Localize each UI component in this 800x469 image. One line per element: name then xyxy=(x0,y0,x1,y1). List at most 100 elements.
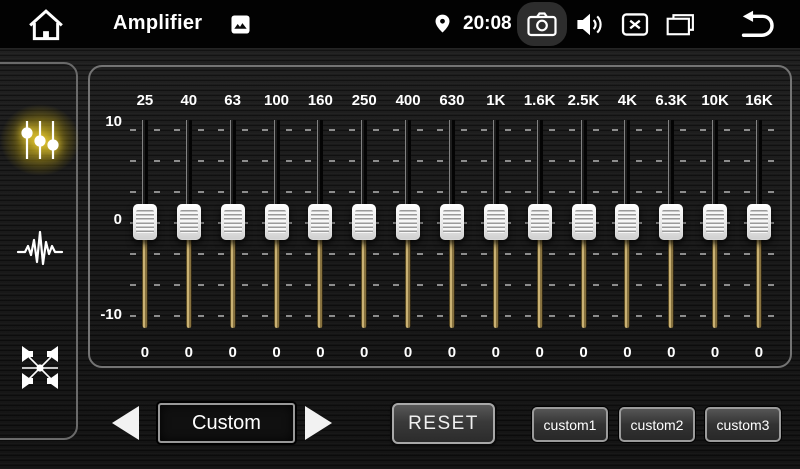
band-slider[interactable] xyxy=(518,115,562,331)
equalizer-panel: 10 0 -10 25 0 40 xyxy=(88,65,792,368)
band-value: 0 xyxy=(492,344,500,362)
volume-button[interactable] xyxy=(575,11,605,38)
slider-thumb[interactable] xyxy=(659,204,683,240)
content-area: 10 0 -10 25 0 40 xyxy=(0,48,800,469)
eq-band-250: 250 0 xyxy=(342,67,386,366)
slider-thumb[interactable] xyxy=(528,204,552,240)
band-freq-label: 1.6K xyxy=(524,92,556,111)
eq-band-25: 25 0 xyxy=(123,67,167,366)
close-window-button[interactable] xyxy=(621,13,649,36)
sidebar-item-sound-waveform[interactable] xyxy=(16,226,64,274)
band-freq-label: 16K xyxy=(745,92,773,111)
sidebar-item-speaker-balance[interactable] xyxy=(16,344,64,392)
band-slider[interactable] xyxy=(167,115,211,331)
preset-prev-arrow[interactable] xyxy=(112,406,139,440)
band-value: 0 xyxy=(185,344,193,362)
slider-thumb[interactable] xyxy=(396,204,420,240)
status-clock: 20:08 xyxy=(463,13,512,35)
custom3-label: custom3 xyxy=(717,417,770,433)
band-slider[interactable] xyxy=(123,115,167,331)
custom3-button[interactable]: custom3 xyxy=(705,407,781,442)
slider-thumb[interactable] xyxy=(265,204,289,240)
eq-band-400: 400 0 xyxy=(386,67,430,366)
band-slider[interactable] xyxy=(693,115,737,331)
preset-selector[interactable]: Custom xyxy=(158,403,295,443)
close-window-icon xyxy=(621,13,649,36)
eq-band-2.5k: 2.5K 0 xyxy=(562,67,606,366)
eq-band-1k: 1K 0 xyxy=(474,67,518,366)
band-freq-label: 400 xyxy=(396,92,421,111)
slider-thumb[interactable] xyxy=(615,204,639,240)
band-freq-label: 160 xyxy=(308,92,333,111)
back-button[interactable] xyxy=(736,10,778,40)
band-slider[interactable] xyxy=(255,115,299,331)
band-freq-label: 10K xyxy=(701,92,729,111)
band-slider[interactable] xyxy=(737,115,781,331)
eq-band-4k: 4K 0 xyxy=(605,67,649,366)
reset-button[interactable]: RESET xyxy=(392,403,495,444)
y-axis-label-min: -10 xyxy=(92,306,122,323)
band-freq-label: 1K xyxy=(486,92,505,111)
slider-thumb[interactable] xyxy=(177,204,201,240)
band-freq-label: 6.3K xyxy=(655,92,687,111)
band-slider[interactable] xyxy=(430,115,474,331)
band-freq-label: 100 xyxy=(264,92,289,111)
band-value: 0 xyxy=(623,344,631,362)
back-icon xyxy=(736,10,778,40)
band-freq-label: 40 xyxy=(180,92,197,111)
band-slider[interactable] xyxy=(605,115,649,331)
speaker-balance-icon xyxy=(16,344,64,392)
band-value: 0 xyxy=(755,344,763,362)
band-slider[interactable] xyxy=(386,115,430,331)
top-status-bar: Amplifier 20:08 xyxy=(0,0,800,48)
slider-thumb[interactable] xyxy=(352,204,376,240)
band-slider[interactable] xyxy=(211,115,255,331)
custom1-label: custom1 xyxy=(544,417,597,433)
band-value: 0 xyxy=(667,344,675,362)
band-freq-label: 630 xyxy=(439,92,464,111)
custom2-button[interactable]: custom2 xyxy=(619,407,695,442)
band-value: 0 xyxy=(360,344,368,362)
custom2-label: custom2 xyxy=(631,417,684,433)
slider-thumb[interactable] xyxy=(221,204,245,240)
recent-apps-icon xyxy=(664,13,697,36)
slider-thumb[interactable] xyxy=(308,204,332,240)
band-freq-label: 250 xyxy=(352,92,377,111)
eq-band-160: 160 0 xyxy=(298,67,342,366)
sidebar-item-equalizer[interactable] xyxy=(16,116,64,164)
eq-band-630: 630 0 xyxy=(430,67,474,366)
band-slider[interactable] xyxy=(342,115,386,331)
camera-button[interactable] xyxy=(517,2,567,46)
band-value: 0 xyxy=(535,344,543,362)
volume-icon xyxy=(575,11,605,38)
band-value: 0 xyxy=(316,344,324,362)
band-slider[interactable] xyxy=(298,115,342,331)
recent-apps-button[interactable] xyxy=(664,13,697,36)
home-button[interactable] xyxy=(26,7,66,42)
eq-band-40: 40 0 xyxy=(167,67,211,366)
amplifier-screen: Amplifier 20:08 xyxy=(0,0,800,469)
slider-thumb[interactable] xyxy=(133,204,157,240)
custom1-button[interactable]: custom1 xyxy=(532,407,608,442)
preset-next-arrow[interactable] xyxy=(305,406,332,440)
band-freq-label: 63 xyxy=(224,92,241,111)
eq-bands: 25 0 40 xyxy=(123,67,781,366)
gallery-icon xyxy=(231,15,250,34)
band-value: 0 xyxy=(579,344,587,362)
home-icon xyxy=(26,7,66,42)
slider-thumb[interactable] xyxy=(572,204,596,240)
band-slider[interactable] xyxy=(562,115,606,331)
band-slider[interactable] xyxy=(649,115,693,331)
band-freq-label: 4K xyxy=(618,92,637,111)
band-slider[interactable] xyxy=(474,115,518,331)
eq-band-1.6k: 1.6K 0 xyxy=(518,67,562,366)
slider-thumb[interactable] xyxy=(703,204,727,240)
slider-thumb[interactable] xyxy=(440,204,464,240)
slider-thumb[interactable] xyxy=(484,204,508,240)
eq-band-6.3k: 6.3K 0 xyxy=(649,67,693,366)
eq-band-16k: 16K 0 xyxy=(737,67,781,366)
band-value: 0 xyxy=(711,344,719,362)
slider-thumb[interactable] xyxy=(747,204,771,240)
equalizer-sliders-icon xyxy=(16,116,64,164)
band-freq-label: 2.5K xyxy=(568,92,600,111)
